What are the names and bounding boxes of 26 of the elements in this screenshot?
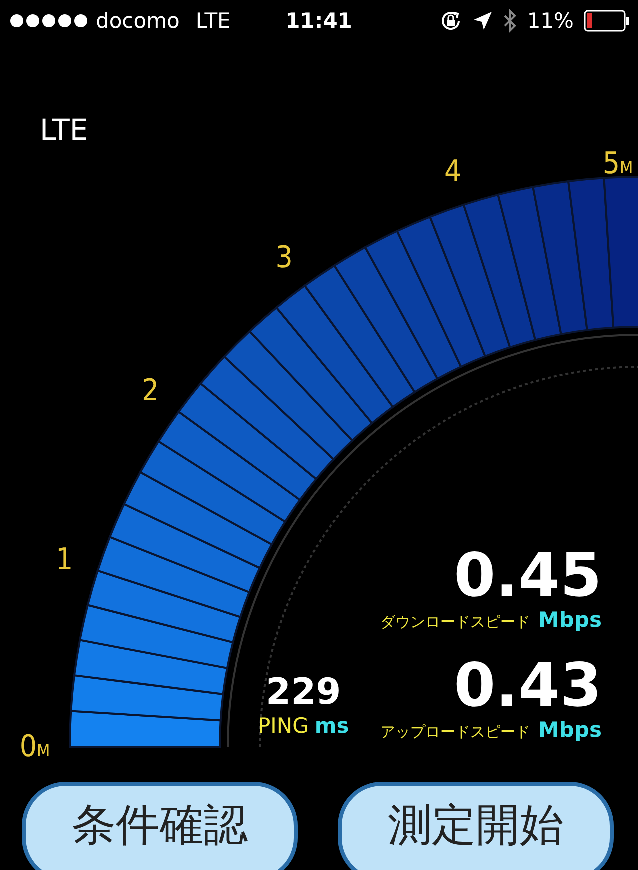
signal-icon: [10, 14, 88, 28]
download-unit: Mbps: [538, 608, 602, 632]
scale-label: 1: [56, 542, 74, 578]
battery-percent: 11%: [527, 9, 574, 33]
upload-speed-label: アップロードスピード: [380, 723, 531, 742]
upload-speed-value: 0.43: [454, 654, 602, 718]
start-measurement-button[interactable]: 測定開始: [338, 782, 614, 870]
scale-label: 0M: [20, 730, 50, 764]
ping-value: 229: [266, 672, 342, 714]
scale-label: 4: [444, 154, 462, 190]
scale-label: 5 M: [602, 146, 634, 182]
download-speed-label: ダウンロードスピード: [380, 613, 531, 632]
download-speed-value: 0.45: [454, 544, 602, 608]
battery-icon: [584, 10, 630, 32]
location-arrow-icon: [473, 11, 494, 31]
check-conditions-button[interactable]: 条件確認: [22, 782, 298, 870]
bluetooth-icon: [503, 9, 518, 33]
connection-type: LTE: [40, 113, 88, 147]
network-type: LTE: [196, 9, 231, 33]
ping-unit: ms: [314, 714, 350, 738]
carrier-name: docomo: [96, 9, 180, 33]
upload-unit: Mbps: [538, 718, 602, 742]
scale-label: 2: [142, 374, 160, 409]
clock: 11:41: [286, 9, 352, 33]
scale-label: 3: [276, 240, 293, 276]
ping-label: PING: [258, 714, 309, 738]
